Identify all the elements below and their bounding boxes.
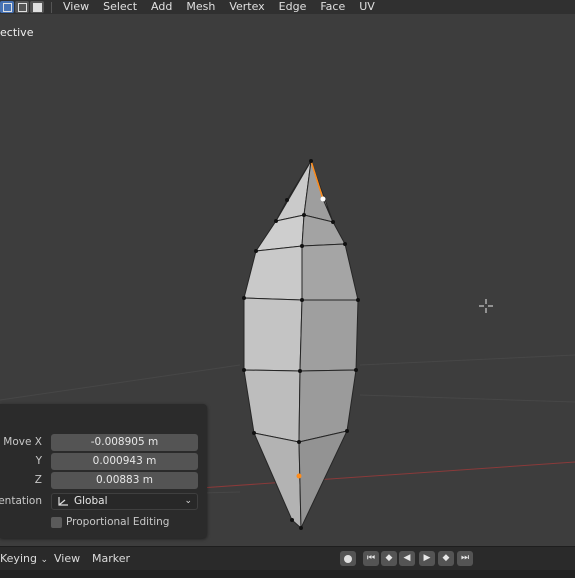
jump-end-icon: ⏭	[460, 553, 470, 563]
timeline-marker-menu[interactable]: Marker	[92, 552, 130, 565]
record-button[interactable]	[340, 551, 356, 566]
jump-to-keyframe-next-button[interactable]: ◆	[438, 551, 454, 566]
move-y-field[interactable]: 0.000943 m	[51, 453, 198, 470]
play-reverse-icon: ◀	[403, 553, 411, 563]
play-button[interactable]: ▶	[419, 551, 435, 566]
menu-vertex[interactable]: Vertex	[222, 1, 271, 13]
global-orientation-icon	[58, 497, 68, 506]
chevron-down-icon: ⌄	[40, 555, 48, 565]
move-z-field[interactable]: 0.00883 m	[51, 472, 198, 489]
next-keyframe-icon: ◆	[442, 553, 450, 563]
viewport-header: View Select Add Mesh Vertex Edge Face UV	[0, 0, 575, 14]
move-z-label: Z	[34, 474, 42, 486]
chevron-down-icon: ⌄	[184, 496, 192, 506]
menu-add[interactable]: Add	[144, 1, 179, 13]
keying-menu[interactable]: Keying ⌄	[0, 552, 48, 565]
move-x-label: Move X	[3, 436, 42, 448]
play-icon: ▶	[423, 553, 431, 563]
proportional-editing-row: Proportional Editing	[0, 516, 207, 533]
operator-panel: Move X -0.008905 m Y 0.000943 m Z 0.0088…	[0, 404, 207, 538]
proportional-editing-checkbox[interactable]	[51, 517, 62, 528]
orientation-select[interactable]: Global ⌄	[51, 493, 198, 510]
menu-mesh[interactable]: Mesh	[179, 1, 222, 13]
orientation-label: ientation	[0, 495, 42, 507]
menu-select[interactable]: Select	[96, 1, 144, 13]
active-vertex	[320, 196, 326, 202]
selected-vertex	[296, 473, 302, 479]
edge-mode-icon	[17, 2, 27, 12]
edge-select-mode-button[interactable]	[15, 1, 29, 13]
timeline-strip[interactable]	[0, 570, 575, 578]
move-x-field[interactable]: -0.008905 m	[51, 434, 198, 451]
move-z-row: Z 0.00883 m	[0, 472, 207, 489]
jump-to-end-button[interactable]: ⏭	[457, 551, 473, 566]
jump-to-start-button[interactable]: ⏮	[363, 551, 379, 566]
view-perspective-label: ective	[0, 26, 34, 39]
keying-label: Keying	[0, 552, 37, 565]
menu-edge[interactable]: Edge	[272, 1, 314, 13]
face-select-mode-button[interactable]	[30, 1, 44, 13]
record-icon	[344, 555, 352, 563]
orientation-row: ientation Global ⌄	[0, 493, 207, 510]
face-mode-icon	[32, 2, 42, 12]
timeline-header: Keying ⌄ View Marker ⏮ ◆ ◀ ▶ ◆ ⏭	[0, 546, 575, 571]
play-reverse-button[interactable]: ◀	[399, 551, 415, 566]
proportional-editing-label: Proportional Editing	[66, 516, 170, 528]
header-divider	[51, 1, 52, 13]
jump-to-keyframe-prev-button[interactable]: ◆	[381, 551, 397, 566]
vertex-select-mode-button[interactable]	[0, 1, 14, 13]
move-x-row: Move X -0.008905 m	[0, 434, 207, 451]
timeline-view-menu[interactable]: View	[54, 552, 80, 565]
jump-start-icon: ⏮	[366, 553, 376, 563]
vertex-mode-icon	[2, 2, 12, 12]
menu-face[interactable]: Face	[313, 1, 352, 13]
move-y-row: Y 0.000943 m	[0, 453, 207, 470]
menu-uv[interactable]: UV	[352, 1, 382, 13]
menu-view[interactable]: View	[56, 1, 96, 13]
orientation-value: Global	[74, 495, 108, 507]
prev-keyframe-icon: ◆	[385, 553, 393, 563]
move-y-label: Y	[35, 455, 42, 467]
